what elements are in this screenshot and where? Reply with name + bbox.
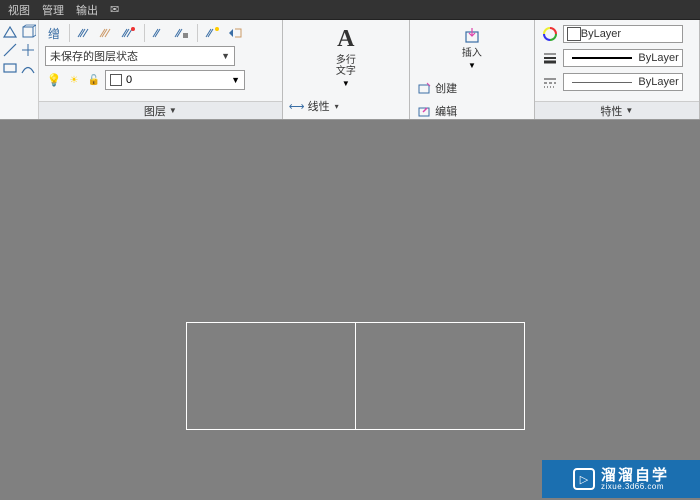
mail-icon[interactable]: ✉: [110, 3, 119, 16]
bulb-icon[interactable]: 💡: [45, 71, 63, 89]
chevron-down-icon: ▼: [169, 106, 177, 115]
linetype-icon[interactable]: [541, 73, 559, 91]
color-wheel-icon[interactable]: [541, 25, 559, 43]
panel-title-properties[interactable]: 特性▼: [535, 101, 699, 119]
text-a-icon: A: [337, 26, 354, 53]
layer-states-icon[interactable]: 缯: [45, 24, 63, 42]
triangle-tool-icon[interactable]: [2, 24, 18, 40]
layer-color-swatch: [110, 74, 122, 86]
layer-lock-icon[interactable]: [173, 24, 191, 42]
edit-block-icon: [416, 103, 432, 119]
menu-output[interactable]: 输出: [76, 2, 98, 18]
perp-tool-icon[interactable]: [20, 42, 36, 58]
layer-filter-icon[interactable]: [76, 24, 94, 42]
drawn-rectangles: [186, 322, 525, 430]
layer-prev-icon[interactable]: [226, 24, 244, 42]
layer-match-icon[interactable]: [204, 24, 222, 42]
chevron-down-icon: ▼: [342, 79, 350, 88]
mtext-button[interactable]: A 多行 文字 ▼: [289, 24, 403, 90]
chevron-down-icon: ▾: [335, 102, 339, 111]
menu-bar: 视图 管理 输出 ✉: [0, 0, 700, 20]
panel-annotation: A 多行 文字 ▼ ⟷ 线性 ▾ ↙° 多重引线 ▾ ▦ 表格: [283, 20, 410, 119]
watermark: ▷ 溜溜自学 zixue.3d66.com: [542, 460, 700, 498]
layer-state-dropdown[interactable]: 未保存的图层状态 ▼: [45, 46, 235, 66]
current-layer-dropdown[interactable]: 0 ▼: [105, 70, 245, 90]
color-swatch: [567, 27, 581, 41]
draw-tools: [0, 20, 39, 119]
rect-tool-icon[interactable]: [2, 60, 18, 76]
linear-dim-button[interactable]: ⟷ 线性 ▾: [289, 96, 403, 116]
lineweight-icon[interactable]: [541, 49, 559, 67]
layer-iso-icon[interactable]: [98, 24, 116, 42]
sun-icon[interactable]: ☀: [65, 71, 83, 89]
insert-icon: [462, 26, 482, 46]
panel-block: 插入 ▼ 创建 编辑 编辑属性 ▾ 块▼: [410, 20, 535, 119]
linetype-preview: [572, 82, 632, 83]
chevron-down-icon: ▼: [625, 106, 633, 115]
create-block-icon: [416, 80, 432, 96]
dimension-icon: ⟷: [289, 98, 305, 114]
chevron-down-icon: ▼: [221, 51, 230, 61]
create-block-button[interactable]: 创建: [416, 78, 528, 98]
ribbon: 缯 未保存的图层状态 ▼ 💡 ☀ 🔓: [0, 20, 700, 120]
chevron-down-icon: ▼: [231, 75, 240, 85]
menu-view[interactable]: 视图: [8, 2, 30, 18]
edit-block-button[interactable]: 编辑: [416, 101, 528, 121]
lineweight-preview: [572, 57, 632, 59]
layer-freeze-icon[interactable]: [151, 24, 169, 42]
chevron-down-icon: ▼: [468, 61, 476, 70]
insert-block-button[interactable]: 插入 ▼: [416, 24, 528, 72]
panel-properties: ByLayer ByLayer ByLayer 特性▼: [535, 20, 700, 119]
color-dropdown[interactable]: ByLayer: [563, 25, 683, 43]
cube-tool-icon[interactable]: [20, 24, 36, 40]
linetype-dropdown[interactable]: ByLayer: [563, 73, 683, 91]
lineweight-dropdown[interactable]: ByLayer: [563, 49, 683, 67]
layer-off-icon[interactable]: [120, 24, 138, 42]
menu-manage[interactable]: 管理: [42, 2, 64, 18]
panel-layers: 缯 未保存的图层状态 ▼ 💡 ☀ 🔓: [39, 20, 283, 119]
play-icon: ▷: [573, 468, 595, 490]
arc-tool-icon[interactable]: [20, 60, 36, 76]
line-tool-icon[interactable]: [2, 42, 18, 58]
lock-icon[interactable]: 🔓: [85, 71, 103, 89]
drawing-canvas[interactable]: ▷ 溜溜自学 zixue.3d66.com: [0, 120, 700, 500]
panel-title-layers[interactable]: 图层▼: [39, 101, 282, 119]
